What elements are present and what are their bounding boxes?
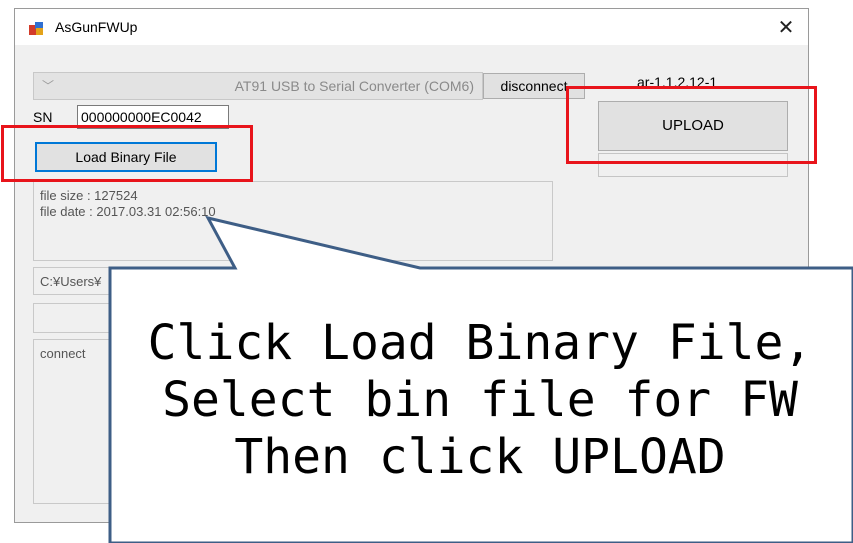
callout-line-1: Click Load Binary File, [147, 315, 813, 371]
callout-text: Click Load Binary File, Select bin file … [110, 315, 850, 486]
callout-line-3: Then click UPLOAD [234, 429, 726, 485]
callout-line-2: Select bin file for FW [162, 372, 798, 428]
